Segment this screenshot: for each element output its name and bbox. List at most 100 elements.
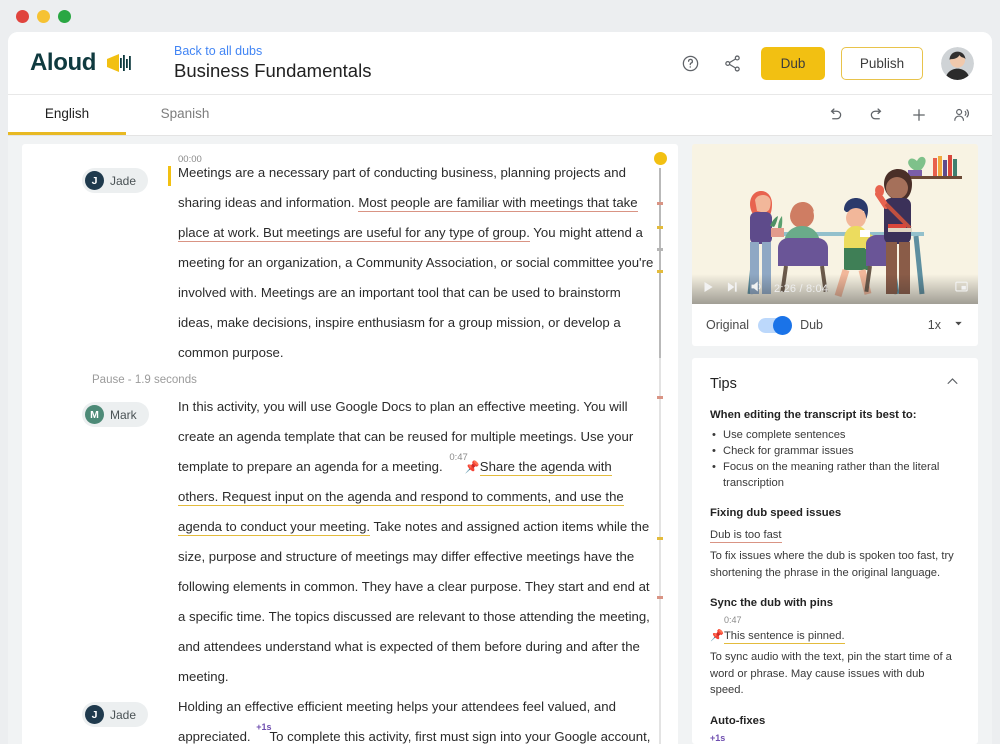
speaker-name: Mark: [110, 407, 137, 422]
plus-icon[interactable]: [906, 102, 932, 128]
original-dub-toggle[interactable]: [758, 315, 793, 335]
app-window: Aloud Back to all dubs Business Fundamen…: [8, 32, 992, 744]
play-icon[interactable]: [701, 280, 715, 299]
pause-divider: Pause - 1.9 seconds: [92, 374, 197, 386]
tips-section-editing: When editing the transcript its best to:…: [710, 407, 960, 491]
language-tab-bar: English Spanish: [8, 95, 992, 136]
audio-source-bar: Original Dub 1x: [692, 304, 978, 346]
rail-tick[interactable]: [657, 596, 663, 599]
tip-sample-text: This sentence is pinned.: [723, 630, 845, 644]
zoom-window-button[interactable]: [58, 9, 71, 23]
back-to-all-dubs-link[interactable]: Back to all dubs: [174, 44, 371, 59]
video-controls: 2:26 / 8:04: [692, 274, 978, 304]
segment-text[interactable]: In this activity, you will use Google Do…: [168, 392, 654, 692]
megaphone-icon: [103, 53, 133, 73]
right-sidebar: 2:26 / 8:04 Original Dub 1x Tips When ed…: [692, 144, 978, 744]
minimize-window-button[interactable]: [37, 9, 50, 23]
segment-text[interactable]: Holding an effective efficient meeting h…: [168, 692, 654, 744]
speaker-avatar: J: [85, 171, 104, 190]
video-player-card: 2:26 / 8:04 Original Dub 1x: [692, 144, 978, 346]
tips-title: Tips: [710, 376, 737, 392]
toggle-label-dub: Dub: [800, 318, 824, 332]
paragraph[interactable]: Holding an effective efficient meeting h…: [178, 692, 654, 744]
tip-body: To fix issues where the dub is spoken to…: [710, 550, 954, 579]
transcript-segment: J Jade 00:00 Meetings are a necessary pa…: [22, 155, 678, 368]
pin-icon: 📌: [710, 630, 724, 642]
tip-heading: Fixing dub speed issues: [710, 507, 842, 519]
speaker-name: Jade: [110, 707, 137, 722]
transcript-scroll-area[interactable]: J Jade 00:00 Meetings are a necessary pa…: [22, 144, 678, 744]
segment-text[interactable]: 00:00 Meetings are a necessary part of c…: [168, 155, 654, 368]
rail-tick[interactable]: [657, 226, 663, 229]
skip-next-icon[interactable]: [725, 280, 739, 299]
close-window-button[interactable]: [16, 9, 29, 23]
toggle-knob: [773, 315, 793, 335]
chevron-down-icon: [953, 318, 964, 332]
rail-tick[interactable]: [657, 270, 663, 273]
undo-icon[interactable]: [822, 102, 848, 128]
tip-heading: When editing the transcript its best to:: [710, 409, 917, 421]
header-actions: Dub Publish: [677, 46, 974, 80]
rail-progress: [659, 168, 661, 358]
tab-spanish[interactable]: Spanish: [126, 95, 244, 135]
chevron-up-icon[interactable]: [945, 374, 960, 394]
playback-speed-value: 1x: [927, 318, 941, 332]
rail-tick[interactable]: [657, 248, 663, 251]
active-line-indicator: [168, 166, 171, 186]
picture-in-picture-icon[interactable]: [954, 279, 969, 299]
speaker-column: J Jade: [82, 692, 168, 744]
window-chrome: [0, 0, 1000, 32]
tip-sample-text: Dub is too fast: [710, 529, 782, 543]
speaker-avatar: J: [85, 705, 104, 724]
brand-logo[interactable]: Aloud: [30, 49, 148, 77]
add-speaker-icon[interactable]: [948, 102, 974, 128]
speaker-chip-mark[interactable]: M Mark: [82, 402, 149, 427]
editor-tools: [822, 95, 974, 135]
transcript-timeline-rail[interactable]: [654, 144, 667, 744]
share-icon[interactable]: [719, 50, 745, 76]
rail-tick[interactable]: [657, 202, 663, 205]
paragraph[interactable]: In this activity, you will use Google Do…: [178, 392, 654, 692]
title-block: Back to all dubs Business Fundamentals: [174, 44, 371, 83]
text-run-auto-fixed[interactable]: To complete this activity, first must si…: [269, 729, 651, 744]
toggle-label-original: Original: [706, 318, 750, 332]
dub-button[interactable]: Dub: [761, 46, 825, 80]
transcript-segment: M Mark In this activity, you will use Go…: [22, 392, 678, 692]
tip-sample-badge: +1s: [710, 732, 726, 743]
help-circle-icon[interactable]: [677, 50, 703, 76]
tip-bullet: Check for grammar issues: [710, 443, 960, 459]
tab-english[interactable]: English: [8, 95, 126, 135]
brand-name: Aloud: [30, 49, 96, 76]
auto-fix-badge: +1s: [256, 722, 272, 732]
tip-heading: Sync the dub with pins: [710, 597, 834, 609]
speaker-chip-jade[interactable]: J Jade: [82, 168, 149, 193]
editor-body: J Jade 00:00 Meetings are a necessary pa…: [8, 136, 992, 744]
rail-playhead-handle[interactable]: [654, 152, 667, 165]
tip-sample: Dub is too fast: [710, 525, 960, 543]
tips-section-dub-speed: Fixing dub speed issues Dub is too fast …: [710, 505, 960, 581]
tips-section-pins: Sync the dub with pins 0:47 📌This senten…: [710, 595, 960, 699]
tips-header: Tips: [710, 374, 960, 394]
speaker-chip-jade[interactable]: J Jade: [82, 702, 149, 727]
page-title: Business Fundamentals: [174, 59, 372, 81]
volume-icon[interactable]: [749, 279, 764, 299]
transcript-pane: J Jade 00:00 Meetings are a necessary pa…: [22, 144, 678, 744]
transcript-segment: J Jade Holding an effective efficient me…: [22, 692, 678, 744]
tip-sample: 📌This sentence is pinned.: [710, 626, 960, 644]
video-preview[interactable]: 2:26 / 8:04: [692, 144, 978, 304]
tip-bullet: Use complete sentences: [710, 427, 960, 443]
playback-speed-selector[interactable]: 1x: [928, 318, 964, 332]
tip-sample-timestamp: 0:47: [724, 615, 742, 625]
speaker-column: J Jade: [82, 158, 168, 368]
publish-button[interactable]: Publish: [841, 46, 923, 80]
tips-section-auto-fixes: Auto-fixes +1s These words moved forward…: [710, 713, 960, 744]
text-run-plain: Take notes and assigned action items whi…: [178, 519, 650, 684]
tip-bullet: Focus on the meaning rather than the lit…: [710, 459, 960, 491]
pin-timestamp: 0:47: [449, 452, 468, 463]
tip-heading: Auto-fixes: [710, 714, 766, 727]
paragraph[interactable]: Meetings are a necessary part of conduct…: [178, 158, 654, 368]
rail-tick[interactable]: [657, 396, 663, 399]
redo-icon[interactable]: [864, 102, 890, 128]
user-avatar[interactable]: [941, 46, 974, 80]
rail-tick[interactable]: [657, 537, 663, 540]
